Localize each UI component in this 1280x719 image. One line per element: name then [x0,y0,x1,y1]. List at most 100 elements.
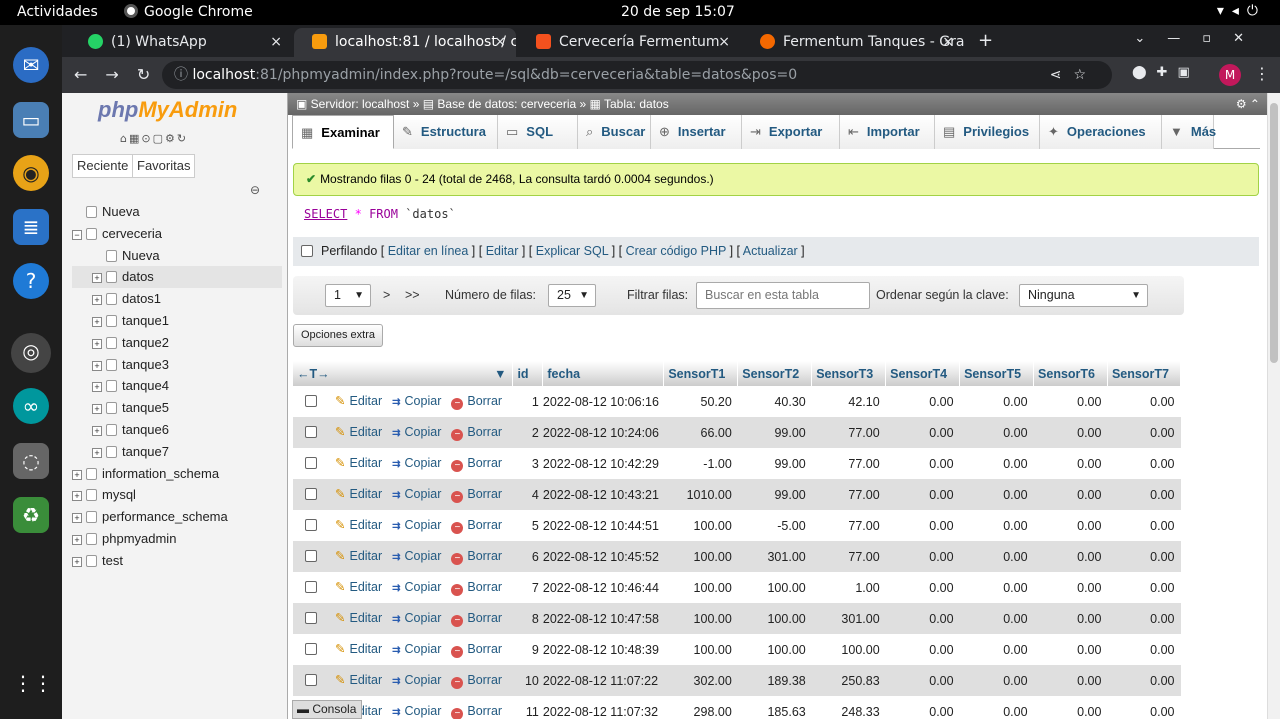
table-cell[interactable]: 0.00 [1033,634,1108,665]
table-cell[interactable]: 100.00 [663,572,738,603]
close-icon[interactable]: × [942,28,954,56]
tree-item[interactable]: + information_schema [72,463,282,485]
table-cell[interactable]: 302.00 [663,665,738,696]
table-cell[interactable]: -1.00 [663,448,738,479]
tab-cerveceria[interactable]: Cervecería Fermentum × [518,28,740,57]
edit-link[interactable]: ✎Editar [335,673,382,687]
tree-item[interactable]: Nueva [72,201,282,223]
column-header[interactable]: id [512,361,544,386]
table-cell[interactable]: 0.00 [1107,510,1181,541]
table-cell[interactable]: 9 [512,634,543,665]
copy-link[interactable]: ⇉ Copiar [392,673,441,687]
tab-structure[interactable]: ✎ Estructura [394,115,498,149]
table-cell[interactable]: 100.00 [737,634,812,665]
copy-link[interactable]: ⇉ Copiar [392,642,441,656]
copy-link[interactable]: ⇉ Copiar [392,394,441,408]
table-cell[interactable]: 7 [512,572,543,603]
next-page-button[interactable]: > [383,288,390,302]
tree-item[interactable]: + performance_schema [72,506,282,528]
tree-item[interactable]: + datos1 [72,288,282,310]
page-select[interactable]: 1 ▼ [325,284,371,307]
rows-select[interactable]: 25 ▼ [548,284,596,307]
tree-item[interactable]: + test [72,550,282,572]
table-cell[interactable]: 0.00 [1107,665,1181,696]
delete-link[interactable]: − Borrar [451,549,502,565]
row-checkbox[interactable] [305,674,317,686]
activities-button[interactable]: Actividades [17,4,98,20]
table-cell[interactable]: 2022-08-12 10:24:06 [542,417,664,448]
tab-favorites[interactable]: Favoritas [132,154,196,178]
table-cell[interactable]: 298.00 [663,696,738,719]
console-toggle[interactable]: ▬ Consola [292,700,362,719]
table-cell[interactable]: 0.00 [959,634,1034,665]
link-icon[interactable]: ⊖ [250,183,260,197]
expander-icon[interactable]: + [92,382,102,393]
share-star-icons[interactable]: ⋖☆ [1050,61,1098,89]
clock[interactable]: 20 de sep 15:07 [621,4,735,20]
table-cell[interactable]: 2022-08-12 10:46:44 [542,572,664,603]
delete-link[interactable]: − Borrar [451,425,502,441]
delete-link[interactable]: − Borrar [451,487,502,503]
table-cell[interactable]: 0.00 [959,386,1034,417]
expander-icon[interactable]: + [92,404,102,415]
tree-item[interactable]: + tanque3 [72,354,282,376]
info-icon[interactable]: ⓘ [174,67,192,83]
table-cell[interactable]: 6 [512,541,543,572]
expander-icon[interactable]: + [92,295,102,306]
table-cell[interactable]: 99.00 [737,417,812,448]
table-cell[interactable]: 0.00 [1033,448,1108,479]
system-tray[interactable]: ▾◂⏻ [1217,3,1266,19]
row-checkbox[interactable] [305,426,317,438]
table-cell[interactable]: 2022-08-12 11:07:32 [542,696,664,719]
close-icon[interactable]: × [718,28,730,56]
table-cell[interactable]: 0.00 [885,510,960,541]
table-cell[interactable]: -5.00 [737,510,812,541]
column-header[interactable]: SensorT1 [663,361,739,386]
help-icon[interactable]: ? [13,263,49,299]
delete-link[interactable]: − Borrar [451,611,502,627]
row-checkbox[interactable] [305,395,317,407]
tree-item[interactable]: + tanque5 [72,397,282,419]
table-cell[interactable]: 189.38 [737,665,812,696]
table-cell[interactable]: 1.00 [811,572,886,603]
table-cell[interactable]: 40.30 [737,386,812,417]
column-header[interactable]: fecha [542,361,665,386]
table-cell[interactable]: 0.00 [1107,479,1181,510]
expander-icon[interactable]: + [72,556,82,567]
extra-options-button[interactable]: Opciones extra [293,324,383,347]
column-header[interactable]: SensorT7 [1107,361,1182,386]
table-cell[interactable]: 100.00 [663,634,738,665]
trash-icon[interactable]: ♻ [13,497,49,533]
table-cell[interactable]: 77.00 [811,510,886,541]
link-edit[interactable]: Editar [486,244,519,258]
table-cell[interactable]: 0.00 [1107,603,1181,634]
table-cell[interactable]: 0.00 [1033,510,1108,541]
table-cell[interactable]: 2022-08-12 11:07:22 [542,665,664,696]
row-checkbox[interactable] [305,457,317,469]
tab-tanques[interactable]: Fermentum Tanques - Gra × [742,28,964,57]
breadcrumb-db[interactable]: Base de datos: cerveceria [437,97,576,111]
table-cell[interactable]: 99.00 [737,448,812,479]
table-cell[interactable]: 8 [512,603,543,634]
table-cell[interactable]: 77.00 [811,448,886,479]
link-refresh[interactable]: Actualizar [743,244,798,258]
expander-icon[interactable]: + [72,534,82,545]
edit-link[interactable]: ✎Editar [335,549,382,563]
table-cell[interactable]: 100.00 [663,541,738,572]
table-cell[interactable]: 301.00 [811,603,886,634]
delete-link[interactable]: − Borrar [451,518,502,534]
files-icon[interactable]: ▭ [13,102,49,138]
table-cell[interactable]: 2022-08-12 10:44:51 [542,510,664,541]
tab-browse[interactable]: ▦ Examinar [292,115,394,149]
table-cell[interactable]: 0.00 [959,541,1034,572]
table-cell[interactable]: 42.10 [811,386,886,417]
table-cell[interactable]: 2022-08-12 10:06:16 [542,386,664,417]
table-cell[interactable]: 10 [512,665,543,696]
column-header[interactable]: SensorT6 [1033,361,1108,386]
tab-export[interactable]: ⇥ Exportar [742,115,840,149]
thunderbird-icon[interactable]: ✉ [13,47,49,83]
tree-item[interactable]: + tanque4 [72,375,282,397]
link-edit-inline[interactable]: Editar en línea [388,244,469,258]
table-cell[interactable]: 0.00 [885,417,960,448]
app-menu[interactable]: Google Chrome [124,4,253,20]
